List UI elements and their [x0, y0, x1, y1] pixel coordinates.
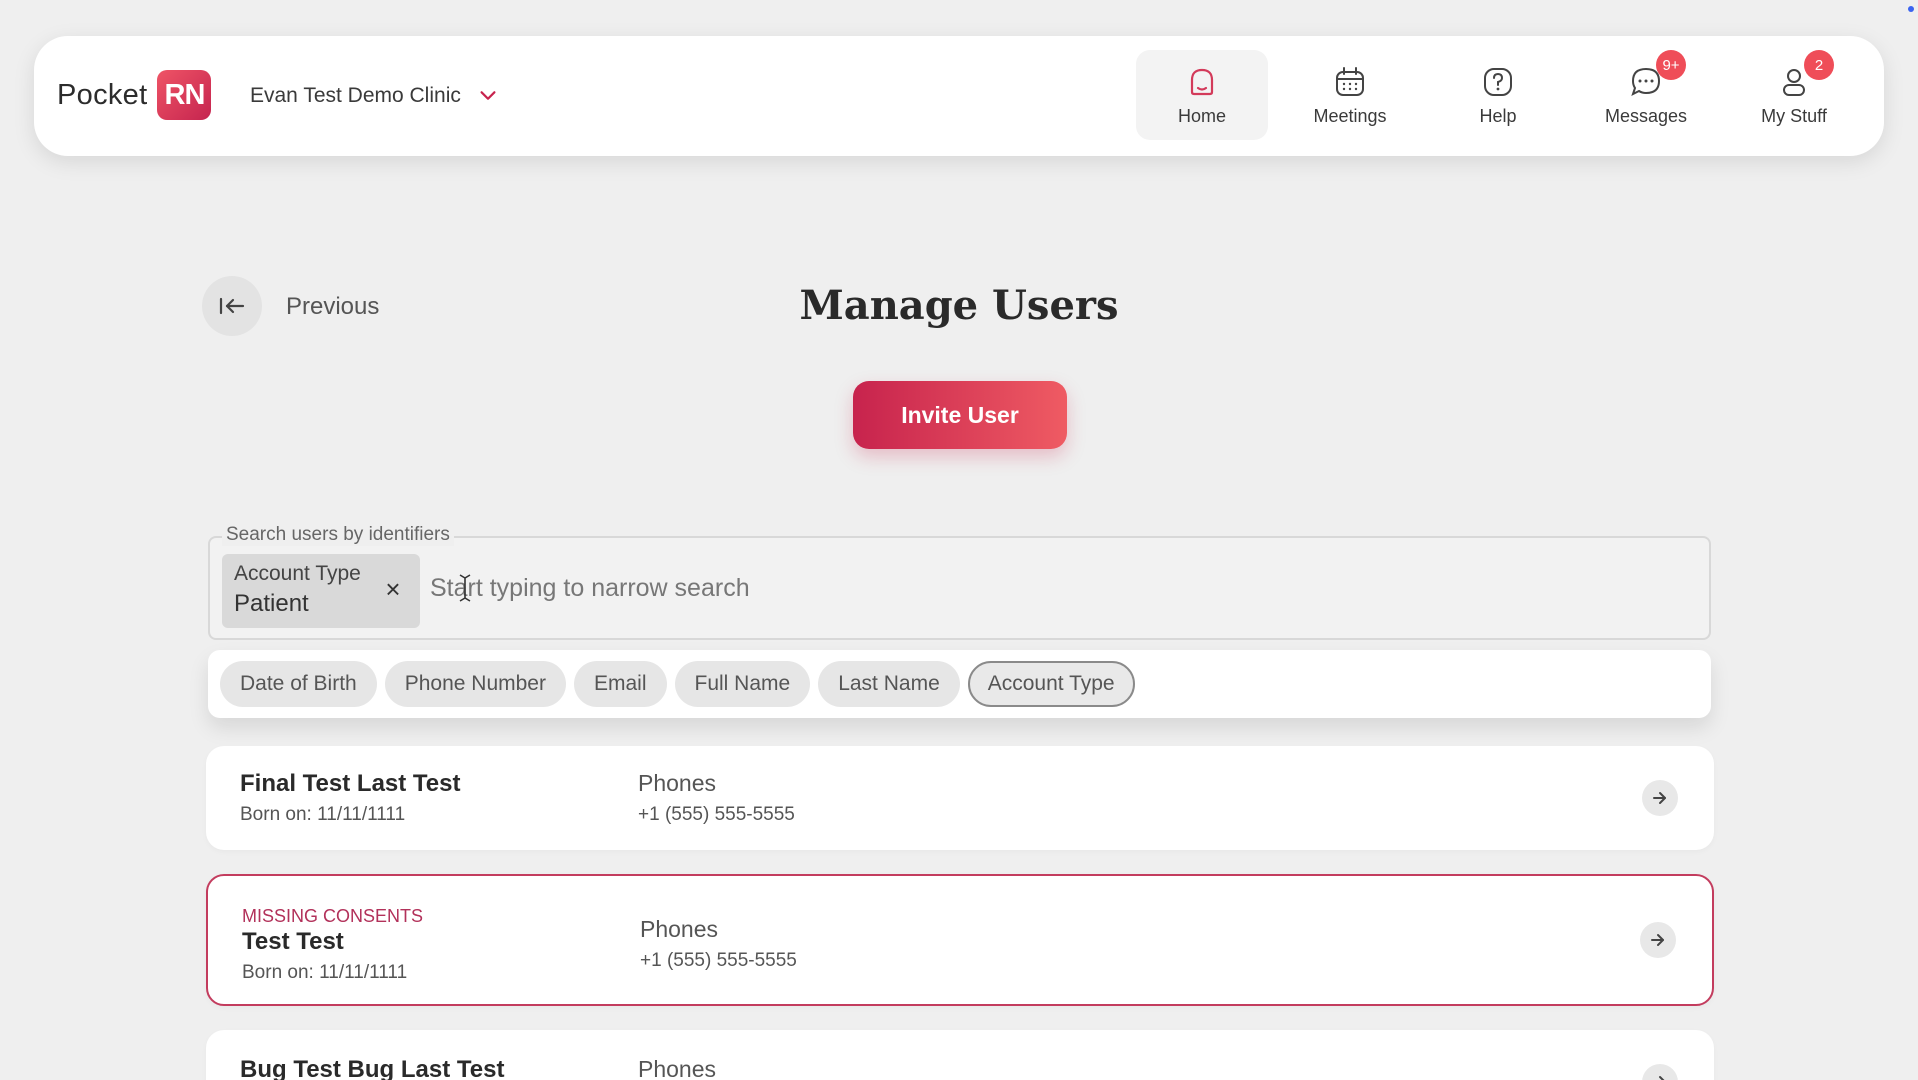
nav-help[interactable]: Help [1432, 50, 1564, 140]
arrow-right-icon [1651, 934, 1664, 946]
phone-number: +1 (555) 555-5555 [638, 804, 795, 825]
chevron-down-icon [480, 91, 496, 100]
nav-home-label: Home [1177, 106, 1226, 126]
page: Pocket RN Evan Test Demo Clinic Home Mee… [0, 0, 1918, 1080]
open-user-button[interactable] [1642, 780, 1678, 816]
main-nav: Home Meetings Help Messages 9+ My Stuff … [1136, 50, 1876, 140]
identifier-filter-bar: Date of Birth Phone Number Email Full Na… [208, 650, 1711, 718]
phones-label: Phones [638, 770, 717, 796]
account-type-filter-chip[interactable]: Account Type Patient × [222, 554, 420, 628]
logo-text: Pocket [57, 78, 148, 111]
text-cursor-icon [459, 574, 471, 602]
filter-full-name[interactable]: Full Name [674, 661, 811, 707]
missing-consents-label: MISSING CONSENTS [242, 906, 424, 926]
invite-user-button[interactable]: Invite User [853, 381, 1067, 449]
nav-help-label: Help [1479, 106, 1517, 126]
user-dob: Born on: 11/11/1111 [240, 804, 406, 825]
top-nav-bar: Pocket RN Evan Test Demo Clinic Home Mee… [34, 36, 1884, 156]
arrow-right-icon [1659, 1076, 1665, 1080]
user-row-missing-consents[interactable]: MISSING CONSENTS Test Test Born on: 11/1… [206, 874, 1714, 1006]
pocket-rn-logo[interactable]: Pocket RN [57, 70, 212, 120]
open-user-button[interactable] [1642, 1064, 1678, 1080]
user-row[interactable]: Final Test Last Test Born on: 11/11/1111… [206, 746, 1714, 850]
calendar-icon [1336, 67, 1364, 96]
nav-meetings-label: Meetings [1313, 106, 1387, 126]
user-name: Final Test Last Test [240, 770, 461, 797]
my-stuff-badge: 2 [1804, 50, 1834, 80]
nav-my-stuff[interactable]: My Stuff 2 [1728, 50, 1860, 140]
user-name: Test Test [242, 928, 344, 955]
filter-account-type[interactable]: Account Type [967, 661, 1135, 707]
user-dob: Born on: 11/11/1111 [242, 962, 408, 983]
open-user-button[interactable] [1640, 922, 1676, 958]
clinic-name: Evan Test Demo Clinic [250, 84, 461, 107]
messages-badge: 9+ [1656, 50, 1686, 80]
nav-my-stuff-label: My Stuff [1761, 106, 1827, 126]
nav-meetings[interactable]: Meetings [1284, 50, 1416, 140]
filter-date-of-birth[interactable]: Date of Birth [220, 661, 377, 707]
nav-messages-label: Messages [1604, 106, 1688, 126]
phones-label: Phones [640, 916, 719, 942]
clinic-selector[interactable]: Evan Test Demo Clinic [250, 84, 499, 108]
search-input[interactable] [430, 566, 1690, 610]
nav-messages[interactable]: Messages 9+ [1580, 50, 1712, 140]
filter-phone-number[interactable]: Phone Number [384, 661, 566, 707]
phone-number: +1 (555) 555-5555 [640, 950, 797, 971]
home-icon [1190, 68, 1214, 96]
user-search-box[interactable]: Search users by identifiers Account Type… [208, 524, 1711, 640]
close-icon[interactable]: × [382, 576, 404, 602]
filter-last-name[interactable]: Last Name [818, 661, 960, 707]
page-title: Manage Users [799, 282, 1119, 329]
logo-badge: RN [157, 70, 212, 120]
user-name: Bug Test Bug Last Test [240, 1056, 505, 1080]
filter-email[interactable]: Email [573, 661, 667, 707]
help-icon [1484, 68, 1512, 96]
phones-label: Phones [638, 1056, 717, 1080]
search-legend: Search users by identifiers [222, 524, 454, 546]
nav-home[interactable]: Home [1136, 50, 1268, 140]
arrow-right-icon [1653, 792, 1666, 804]
status-dot [1908, 6, 1914, 12]
user-row[interactable]: Bug Test Bug Last Test Phones [206, 1030, 1714, 1080]
